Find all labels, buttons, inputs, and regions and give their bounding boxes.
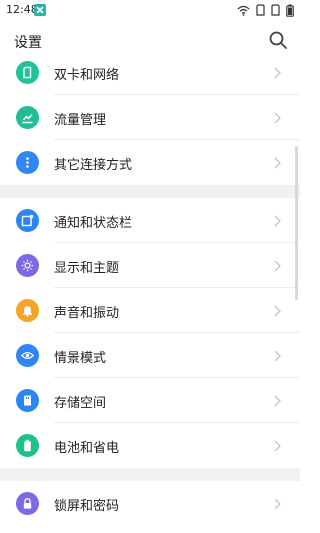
chevron-right-icon [274, 350, 281, 362]
wifi-icon [237, 5, 250, 16]
status-time: 12:48 [6, 3, 38, 16]
settings-item-label: 电池和省电 [54, 441, 120, 456]
settings-item-label: 存储空间 [54, 396, 107, 411]
bell-icon [16, 299, 39, 322]
sim-icon [16, 61, 39, 84]
settings-item-sound-vibration[interactable]: 声音和振动 [0, 288, 300, 333]
chevron-right-icon [274, 395, 281, 407]
sun-icon [16, 254, 39, 277]
settings-item-scene-mode[interactable]: 情景模式 [0, 333, 300, 378]
settings-list: 双卡和网络 流量管理 其它连接方式 通知和状态栏 显示和主题 声音和振动 情景模… [0, 50, 300, 526]
settings-item-battery[interactable]: 电池和省电 [0, 423, 300, 468]
settings-item-other-connections[interactable]: 其它连接方式 [0, 140, 300, 185]
settings-item-label: 声音和振动 [54, 306, 120, 321]
chevron-right-icon [274, 260, 281, 272]
settings-item-data-usage[interactable]: 流量管理 [0, 95, 300, 140]
settings-item-label: 流量管理 [54, 113, 107, 128]
more-icon [16, 151, 39, 174]
storage-icon [16, 389, 39, 412]
scrollbar[interactable] [295, 146, 298, 300]
sim-icon [271, 4, 280, 16]
settings-item-label: 锁屏和密码 [54, 499, 120, 514]
status-icons [237, 4, 294, 17]
settings-item-lock-screen[interactable]: 锁屏和密码 [0, 481, 300, 526]
chart-icon [16, 106, 39, 129]
settings-item-dual-sim-network[interactable]: 双卡和网络 [0, 50, 300, 95]
chevron-right-icon [274, 215, 281, 227]
page-title: 设置 [14, 35, 42, 51]
battery-icon [16, 434, 39, 457]
app-icon [34, 4, 46, 16]
settings-item-display-theme[interactable]: 显示和主题 [0, 243, 300, 288]
settings-item-storage[interactable]: 存储空间 [0, 378, 300, 423]
chevron-right-icon [274, 498, 281, 510]
search-icon[interactable] [268, 30, 288, 50]
notification-icon [16, 209, 39, 232]
settings-item-label: 双卡和网络 [54, 68, 120, 83]
settings-item-label: 情景模式 [54, 351, 107, 366]
settings-item-label: 通知和状态栏 [54, 216, 133, 231]
status-bar: 12:48 [0, 0, 300, 22]
settings-item-notifications[interactable]: 通知和状态栏 [0, 198, 300, 243]
chevron-right-icon [274, 112, 281, 124]
section-gap [0, 185, 300, 198]
chevron-right-icon [274, 440, 281, 452]
section-gap [0, 468, 300, 481]
lock-icon [16, 492, 39, 515]
settings-item-label: 其它连接方式 [54, 158, 133, 173]
battery-icon [286, 4, 294, 17]
chevron-right-icon [274, 67, 281, 79]
chevron-right-icon [274, 157, 281, 169]
sim-icon [256, 4, 265, 16]
eye-icon [16, 344, 39, 367]
chevron-right-icon [274, 305, 281, 317]
settings-item-label: 显示和主题 [54, 261, 120, 276]
